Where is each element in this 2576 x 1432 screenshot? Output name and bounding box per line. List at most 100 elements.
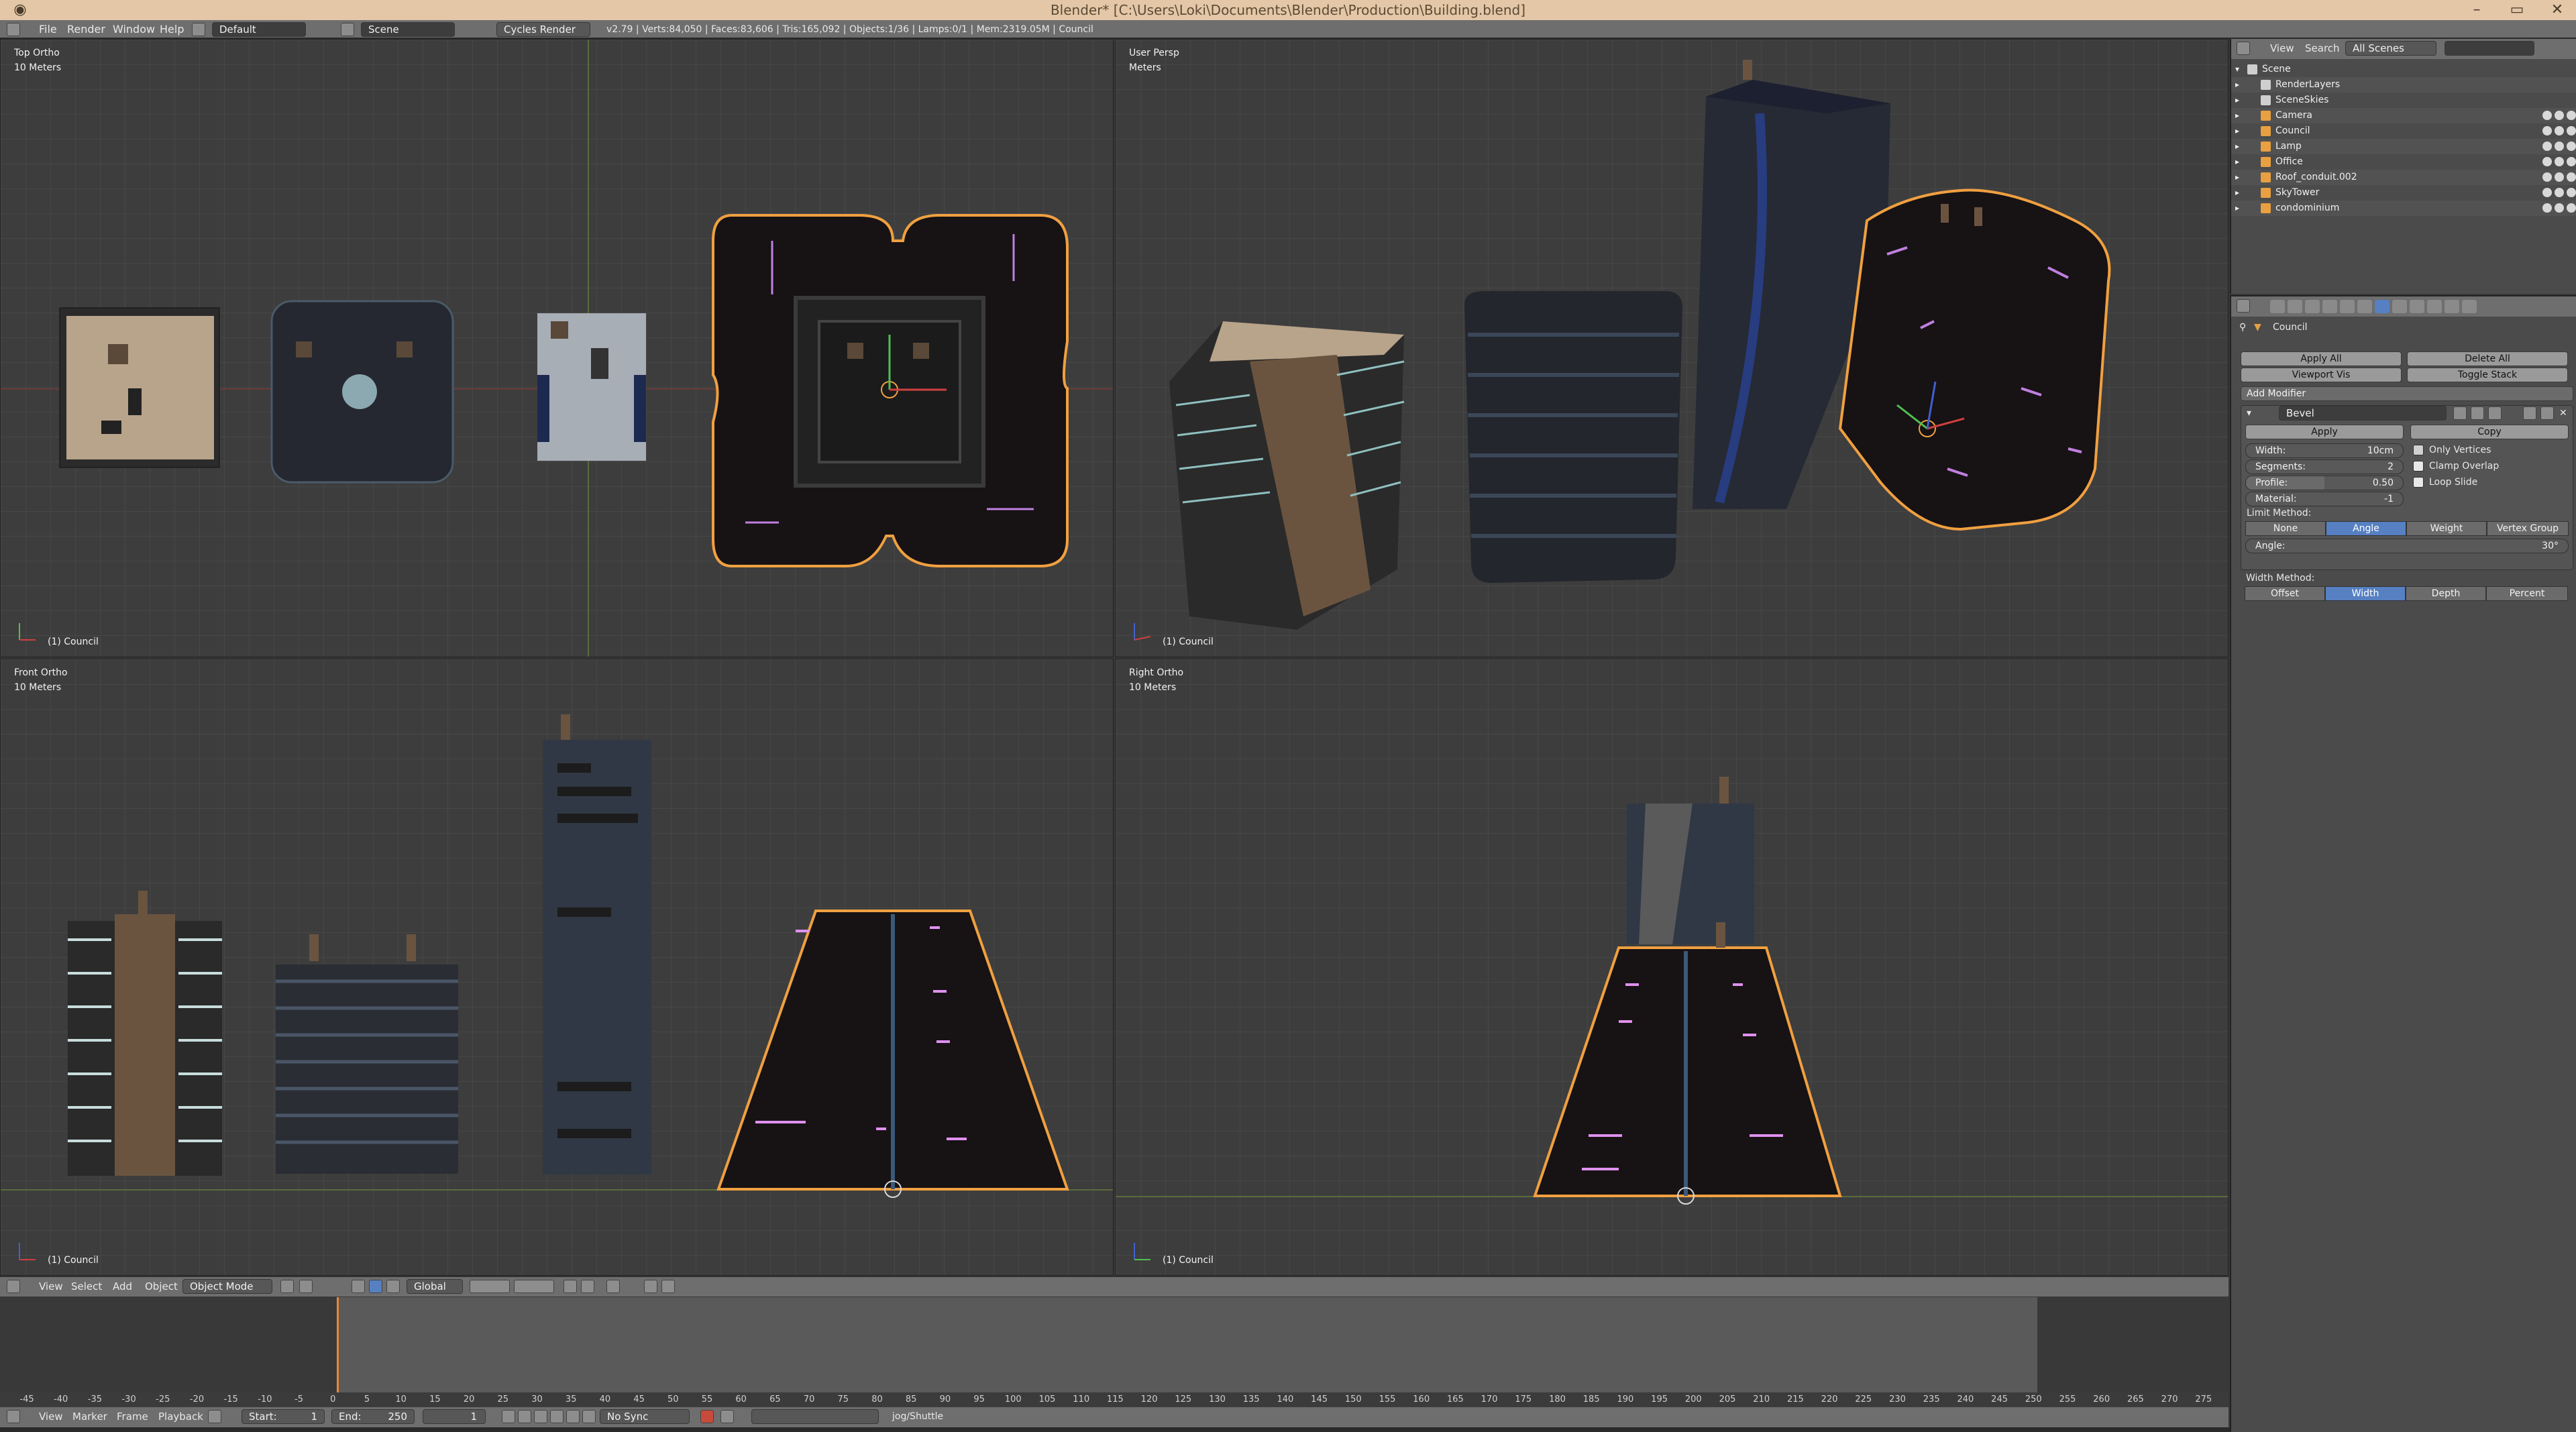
outliner-item[interactable]: ▸ condominium: [2231, 201, 2576, 216]
editor-type-icon[interactable]: [7, 1280, 20, 1293]
outliner-item[interactable]: ▾ Scene: [2231, 62, 2576, 77]
shading-icon[interactable]: [280, 1280, 294, 1293]
data-tab-icon[interactable]: [2392, 300, 2407, 313]
manipulator-scale-icon[interactable]: [386, 1280, 400, 1293]
viewport-right-ortho[interactable]: Right Ortho 10 Meters (1) Council: [1115, 659, 2229, 1276]
add-modifier-button[interactable]: Add Modifier: [2241, 386, 2573, 401]
renderable-camera-icon[interactable]: [2567, 111, 2576, 120]
editor-type-icon[interactable]: [2237, 42, 2250, 55]
viewport-front-ortho[interactable]: Front Ortho 10 Meters (1) Council: [0, 659, 1114, 1276]
width-width-option[interactable]: Width: [2325, 586, 2406, 601]
visibility-eye-icon[interactable]: [2542, 111, 2552, 120]
selectable-cursor-icon[interactable]: [2555, 142, 2564, 151]
menu-render[interactable]: Render: [67, 20, 105, 39]
collapse-icon[interactable]: ▾: [2247, 408, 2251, 419]
outliner-item[interactable]: ▸ Council: [2231, 123, 2576, 139]
remove-modifier-icon[interactable]: ✕: [2559, 408, 2567, 419]
visibility-eye-icon[interactable]: [2542, 157, 2552, 166]
apply-all-button[interactable]: Apply All: [2241, 351, 2402, 366]
scene-selector[interactable]: Scene: [361, 22, 455, 37]
pin-icon[interactable]: ⚲: [2239, 322, 2246, 333]
selectable-cursor-icon[interactable]: [2555, 111, 2564, 120]
viewport-top-ortho[interactable]: Top Ortho 10 Meters (1) Council: [0, 39, 1114, 657]
record-icon[interactable]: [700, 1410, 714, 1423]
show-render-icon[interactable]: [2488, 406, 2502, 420]
copy-button[interactable]: Copy: [2410, 425, 2569, 439]
menu-file[interactable]: File: [39, 20, 57, 39]
layers-icon-2[interactable]: [514, 1280, 554, 1293]
move-up-icon[interactable]: [2523, 406, 2536, 420]
visibility-eye-icon[interactable]: [2542, 126, 2552, 135]
current-frame-field[interactable]: 1: [423, 1409, 486, 1424]
renderable-camera-icon[interactable]: [2567, 172, 2576, 182]
menu-select[interactable]: Select: [71, 1277, 102, 1296]
delete-all-button[interactable]: Delete All: [2407, 351, 2568, 366]
limit-vertex-group-option[interactable]: Vertex Group: [2487, 521, 2569, 536]
expand-toggle-icon[interactable]: ▸: [2235, 77, 2239, 93]
maximize-icon[interactable]: ▭: [2497, 0, 2537, 20]
outliner-panel[interactable]: View Search All Scenes ▾ Scene ▸ RenderLaye…: [2230, 39, 2576, 294]
menu-view[interactable]: View: [39, 1407, 63, 1426]
selectable-cursor-icon[interactable]: [2555, 157, 2564, 166]
expand-toggle-icon[interactable]: ▸: [2235, 108, 2239, 123]
menu-marker[interactable]: Marker: [72, 1407, 107, 1426]
apply-button[interactable]: Apply: [2245, 425, 2404, 439]
material-field[interactable]: Material: -1: [2245, 492, 2404, 506]
timeline-ruler[interactable]: -45 -40 -35 -30 -25 -20 -15 -10 -5 0 5 10 15 20 25 30 35…: [0, 1392, 2229, 1407]
outliner-item[interactable]: ▸ Roof_conduit.002: [2231, 170, 2576, 185]
play-icon[interactable]: [550, 1410, 564, 1423]
play-reverse-icon[interactable]: [534, 1410, 547, 1423]
width-depth-option[interactable]: Depth: [2406, 586, 2486, 601]
outliner-item[interactable]: ▸ SceneSkies: [2231, 93, 2576, 108]
expand-toggle-icon[interactable]: ▸: [2235, 123, 2239, 139]
properties-panel[interactable]: ⚲ ▼ Council Apply All Delete All Viewpor…: [2230, 295, 2576, 1432]
manipulator-rotate-icon[interactable]: [369, 1280, 382, 1293]
proportional-edit-icon[interactable]: [581, 1280, 594, 1293]
scene-tab-icon[interactable]: [2305, 300, 2320, 313]
viewport-vis-button[interactable]: Viewport Vis: [2241, 368, 2402, 382]
constraints-tab-icon[interactable]: [2357, 300, 2372, 313]
timeline-area[interactable]: [0, 1297, 2229, 1398]
editor-type-icon[interactable]: [2237, 299, 2250, 313]
selectable-cursor-icon[interactable]: [2555, 203, 2564, 213]
end-frame-field[interactable]: End: 250: [331, 1409, 415, 1424]
manipulator-translate-icon[interactable]: [352, 1280, 365, 1293]
renderable-camera-icon[interactable]: [2567, 126, 2576, 135]
outliner-item[interactable]: ▸ RenderLayers: [2231, 77, 2576, 93]
menu-playback[interactable]: Playback: [158, 1407, 203, 1426]
renderable-camera-icon[interactable]: [2567, 142, 2576, 151]
keyframe-icon[interactable]: [720, 1410, 734, 1423]
display-mode-select[interactable]: All Scenes: [2345, 41, 2436, 56]
menu-object[interactable]: Object: [145, 1277, 178, 1296]
physics-tab-icon[interactable]: [2462, 300, 2477, 313]
editor-type-icon[interactable]: [7, 1410, 20, 1423]
expand-toggle-icon[interactable]: ▸: [2235, 201, 2239, 216]
limit-weight-option[interactable]: Weight: [2406, 521, 2487, 536]
renderable-camera-icon[interactable]: [2567, 188, 2576, 197]
close-icon[interactable]: ✕: [2537, 0, 2576, 20]
menu-add[interactable]: Add: [113, 1277, 132, 1296]
width-percent-option[interactable]: Percent: [2486, 586, 2568, 601]
only-vertices-checkbox[interactable]: [2413, 445, 2424, 455]
visibility-eye-icon[interactable]: [2542, 203, 2552, 213]
outliner-search-input[interactable]: [2445, 41, 2534, 56]
render-preview-icon[interactable]: [606, 1280, 620, 1293]
jump-end-icon[interactable]: [582, 1410, 596, 1423]
snap-icon[interactable]: [564, 1280, 577, 1293]
minimize-icon[interactable]: –: [2457, 0, 2497, 20]
move-down-icon[interactable]: [2540, 406, 2554, 420]
object-tab-icon[interactable]: [2340, 300, 2355, 313]
layers-icon[interactable]: [470, 1280, 510, 1293]
selectable-cursor-icon[interactable]: [2555, 172, 2564, 182]
mode-select[interactable]: Object Mode: [182, 1279, 272, 1294]
renderable-camera-icon[interactable]: [2567, 203, 2576, 213]
visibility-eye-icon[interactable]: [2542, 142, 2552, 151]
pivot-icon[interactable]: [299, 1280, 313, 1293]
clamp-overlap-checkbox[interactable]: [2413, 461, 2424, 472]
menu-frame[interactable]: Frame: [117, 1407, 148, 1426]
width-field[interactable]: Width: 10cm: [2245, 443, 2404, 458]
limit-angle-option[interactable]: Angle: [2326, 521, 2406, 536]
expand-toggle-icon[interactable]: ▸: [2235, 185, 2239, 201]
render-tab-icon[interactable]: [2270, 300, 2285, 313]
limit-none-option[interactable]: None: [2245, 521, 2326, 536]
